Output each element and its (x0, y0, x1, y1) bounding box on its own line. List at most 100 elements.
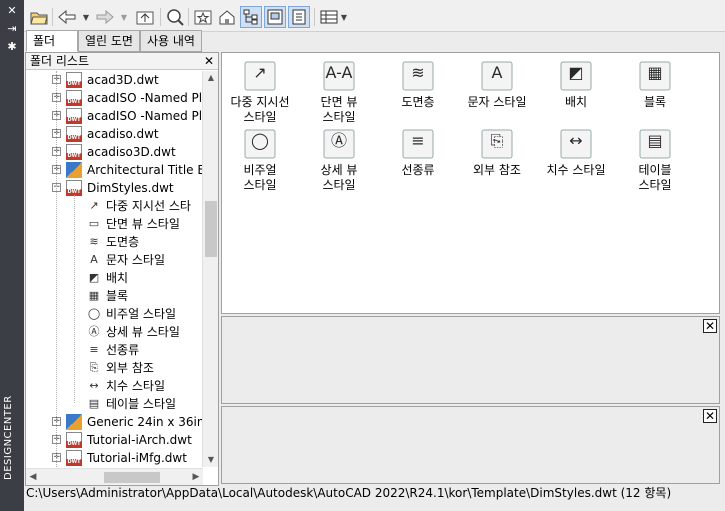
block-icon: ▦ (637, 59, 673, 93)
scroll-up-icon[interactable]: ▲ (203, 71, 219, 85)
icon-glyph: ▤ (647, 131, 663, 150)
content-item[interactable]: Ⓐ 상세 뷰 스타일 (301, 127, 377, 193)
tree-subitem[interactable]: ▦ 블록 (26, 287, 203, 305)
tree-item[interactable]: +Tutorial-iArch.dwt (26, 431, 203, 449)
content-item-label: 문자 스타일 (467, 95, 527, 109)
scroll-thumb[interactable] (104, 472, 160, 483)
tree-item[interactable]: +acadiso.dwt (26, 125, 203, 143)
tree-subitem[interactable]: ↗ 다중 지시선 스타 (26, 197, 203, 215)
views-icon[interactable] (318, 6, 340, 28)
architectural-drawing-icon (66, 414, 82, 430)
icon-glyph: ▦ (647, 63, 663, 82)
icon-glyph: A-A (325, 63, 353, 82)
tree-subitem[interactable]: ⎘ 외부 참조 (26, 359, 203, 377)
back-icon[interactable] (56, 6, 78, 28)
tree-item-label: 문자 스타일 (106, 253, 166, 267)
content-item-label: 치수 스타일 (546, 163, 606, 177)
toolbar: ▼ ▼ ▼ (24, 0, 725, 32)
close-palette-button[interactable]: ✕ (5, 4, 19, 18)
tree-item-label: Tutorial-iArch.dwt (87, 433, 192, 447)
close-description-icon[interactable]: ✕ (703, 409, 717, 423)
tree-subitem[interactable]: ▭ 단면 뷰 스타일 (26, 215, 203, 233)
preview-icon[interactable] (264, 6, 286, 28)
tree-item-label: Tutorial-iMfg.dwt (87, 451, 187, 465)
tree-horizontal-scrollbar[interactable]: ◀ ▶ (26, 468, 203, 485)
tree-item-label: Generic 24in x 36in T (87, 415, 203, 429)
status-path: C:\Users\Administrator\AppData\Local\Aut… (24, 486, 725, 511)
tree-item[interactable]: +Architectural Title Blo (26, 161, 203, 179)
tree-item-label: 단면 뷰 스타일 (106, 217, 180, 231)
tree-item-label: 다중 지시선 스타 (106, 199, 191, 213)
scroll-right-icon[interactable]: ▶ (189, 469, 203, 486)
content-item-label-line2: 스타일 (638, 178, 672, 192)
dwt-file-icon (66, 108, 82, 124)
scroll-left-icon[interactable]: ◀ (26, 469, 40, 486)
tree-item[interactable]: + Generic 24in x 36in T (26, 413, 203, 431)
tree-view-toggle-icon[interactable] (240, 6, 262, 28)
tree-item-label: acadISO -Named Plo (87, 109, 203, 123)
load-icon[interactable] (28, 6, 50, 28)
close-preview-icon[interactable]: ✕ (703, 319, 717, 333)
forward-icon[interactable] (94, 6, 116, 28)
close-folder-list-icon[interactable]: ✕ (204, 53, 214, 69)
tree-item-label: acadiso.dwt (87, 127, 159, 141)
tree-subitem[interactable]: ≋ 도면층 (26, 233, 203, 251)
folder-tree: +acad3D.dwt+acadISO -Named Plo+acadISO -… (26, 71, 203, 467)
tab-open-drawings[interactable]: 열린 도면 (78, 30, 140, 52)
dimension-style-icon: ↔ (558, 127, 594, 161)
icon-glyph: ◩ (568, 63, 584, 82)
visual-style-icon: ◯ (87, 307, 101, 320)
tree-subitem[interactable]: Ⓐ 상세 뷰 스타일 (26, 323, 203, 341)
content-item[interactable]: ⎘ 외부 참조 (459, 127, 535, 178)
content-item[interactable]: ↔ 치수 스타일 (538, 127, 614, 178)
icon-glyph: Ⓐ (330, 131, 347, 150)
views-dropdown-icon[interactable]: ▼ (338, 6, 350, 28)
tree-item[interactable]: +acadISO -Named Plo (26, 107, 203, 125)
tree-subitem[interactable]: A 문자 스타일 (26, 251, 203, 269)
favorites-icon[interactable] (192, 6, 214, 28)
properties-gear-icon[interactable]: ✱ (5, 40, 19, 54)
content-item[interactable]: ↗ 다중 지시선 스타일 (222, 59, 298, 125)
dwt-file-icon (66, 72, 82, 88)
description-icon[interactable] (288, 6, 310, 28)
content-item[interactable]: A 문자 스타일 (459, 59, 535, 110)
content-item[interactable]: ◯ 비주얼 스타일 (222, 127, 298, 193)
tree-subitem[interactable]: ◯ 비주얼 스타일 (26, 305, 203, 323)
tree-item[interactable]: +acadiso3D.dwt (26, 143, 203, 161)
content-item[interactable]: ≋ 도면층 (380, 59, 456, 110)
content-item[interactable]: ≡ 선종류 (380, 127, 456, 178)
detail-view-style-icon: Ⓐ (321, 127, 357, 161)
forward-dropdown-icon[interactable]: ▼ (118, 6, 130, 28)
tree-subitem[interactable]: ≡ 선종류 (26, 341, 203, 359)
tree-item[interactable]: −DimStyles.dwt (26, 179, 203, 197)
tree-item-label: 외부 참조 (106, 361, 154, 375)
linetype-icon: ≡ (89, 343, 99, 356)
content-item[interactable]: ▤ 테이블 스타일 (617, 127, 693, 193)
folder-tree-pane: 폴더 리스트 ✕ +acad3D.dwt+acadISO -Named Plo+… (25, 52, 219, 486)
tab-folders[interactable]: 폴더 (26, 30, 78, 52)
tree-item-label: Architectural Title Blo (87, 163, 203, 177)
back-dropdown-icon[interactable]: ▼ (80, 6, 92, 28)
tree-subitem[interactable]: ▤ 테이블 스타일 (26, 395, 203, 413)
layers-icon: ≋ (400, 59, 436, 93)
home-icon[interactable] (216, 6, 238, 28)
content-area: ↗ 다중 지시선 스타일 A-A 단면 뷰 스타일 ≋ 도면층 A 문자 스타일 ◩ 배치 ▦ 블록 ◯ 비주… (221, 52, 720, 314)
tree-item[interactable]: +Tutorial-iMfg.dwt (26, 449, 203, 467)
content-item[interactable]: ◩ 배치 (538, 59, 614, 110)
tree-subitem[interactable]: ↔ 치수 스타일 (26, 377, 203, 395)
search-icon[interactable] (164, 6, 186, 28)
tree-vertical-scrollbar[interactable]: ▲ ▼ (202, 71, 218, 467)
tree-subitem[interactable]: ◩ 배치 (26, 269, 203, 287)
scroll-thumb[interactable] (205, 201, 217, 257)
tab-history[interactable]: 사용 내역 (140, 30, 202, 52)
tree-item-label: 선종류 (106, 343, 140, 357)
content-item[interactable]: ▦ 블록 (617, 59, 693, 110)
tree-item[interactable]: +acad3D.dwt (26, 71, 203, 89)
autohide-icon[interactable]: ⇥ (5, 22, 19, 36)
scroll-down-icon[interactable]: ▼ (203, 453, 219, 467)
content-item[interactable]: A-A 단면 뷰 스타일 (301, 59, 377, 125)
icon-glyph: ↔ (569, 131, 583, 150)
tree-item[interactable]: +acadISO -Named Plo (26, 89, 203, 107)
block-icon: ▦ (88, 289, 100, 302)
up-icon[interactable] (134, 6, 156, 28)
